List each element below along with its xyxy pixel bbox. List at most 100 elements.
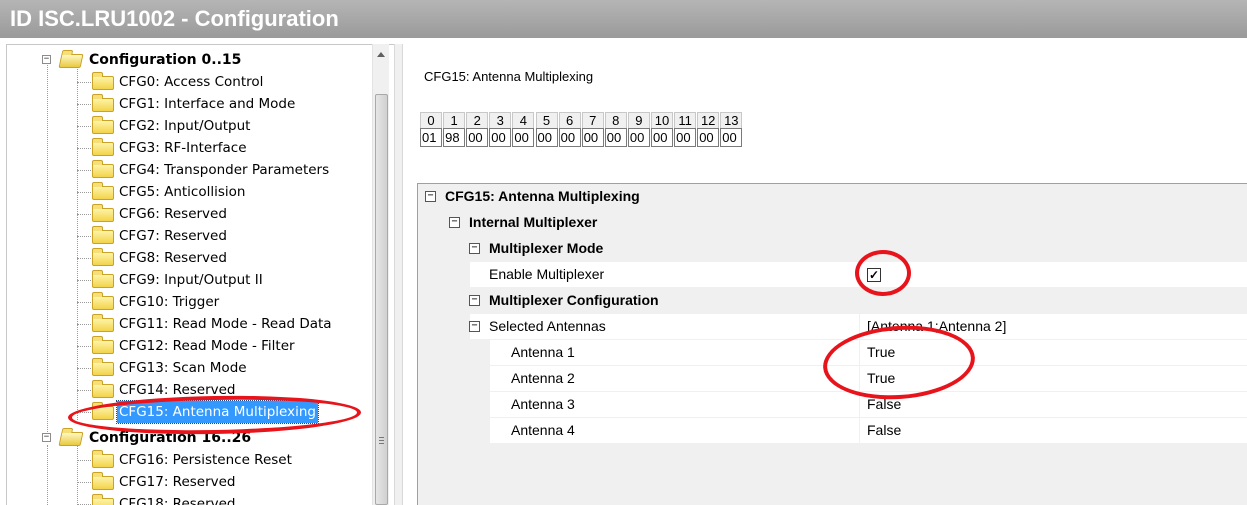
column-divider	[859, 366, 860, 392]
tree-item-label: CFG3: RF-Interface	[119, 140, 247, 156]
tree-item-label: CFG16: Persistence Reset	[119, 452, 292, 468]
byte-value-input[interactable]: 00	[697, 128, 720, 147]
byte-value-input[interactable]: 00	[535, 128, 558, 147]
folder-icon	[92, 94, 114, 112]
byte-value-input[interactable]: 00	[558, 128, 581, 147]
tree-item[interactable]: CFG14: Reserved	[7, 379, 238, 401]
grip-icon	[379, 437, 384, 444]
property-label: Antenna 1	[511, 344, 575, 360]
property-label: Antenna 2	[511, 370, 575, 386]
tree-connector	[77, 192, 91, 193]
tree-connector	[77, 412, 91, 413]
collapse-icon[interactable]: −	[42, 433, 51, 442]
byte-value-input[interactable]: 01	[420, 128, 442, 147]
tree-item[interactable]: CFG18: Reserved	[7, 493, 238, 505]
category-multiplexer-configuration[interactable]: − Multiplexer Configuration	[418, 288, 1247, 314]
tree-item-label: CFG1: Interface and Mode	[119, 96, 296, 112]
tree-group-config-16-26[interactable]: − Configuration 16..26	[7, 427, 253, 449]
folder-icon	[92, 402, 114, 420]
antenna-value[interactable]: True	[867, 366, 895, 391]
property-antenna[interactable]: Antenna 1 True	[418, 340, 1247, 366]
tree-item[interactable]: CFG6: Reserved	[7, 203, 229, 225]
panel-splitter[interactable]	[394, 44, 403, 505]
tree-group-label: Configuration 16..26	[89, 430, 252, 446]
property-selected-antennas[interactable]: − Selected Antennas [Antenna 1;Antenna 2…	[418, 314, 1247, 340]
tree-connector	[77, 148, 91, 149]
antenna-value[interactable]: True	[867, 340, 895, 365]
panel-title: CFG15: Antenna Multiplexing	[424, 69, 594, 84]
property-grid[interactable]: − CFG15: Antenna Multiplexing − Internal…	[417, 183, 1247, 505]
tree-item-label: CFG18: Reserved	[119, 496, 236, 505]
collapse-icon[interactable]: −	[42, 55, 51, 64]
tree-item[interactable]: CFG1: Interface and Mode	[7, 93, 297, 115]
folder-icon	[92, 248, 114, 266]
tree-scrollbar[interactable]	[372, 44, 389, 505]
tree-item[interactable]: CFG13: Scan Mode	[7, 357, 249, 379]
tree-item[interactable]: CFG3: RF-Interface	[7, 137, 249, 159]
byte-value-input[interactable]: 00	[604, 128, 627, 147]
collapse-icon[interactable]: −	[425, 191, 436, 202]
folder-icon	[92, 204, 114, 222]
property-antenna[interactable]: Antenna 3 False	[418, 392, 1247, 418]
folder-icon	[92, 450, 114, 468]
property-label: Selected Antennas	[489, 318, 606, 334]
antenna-value[interactable]: False	[867, 418, 901, 443]
tree-item[interactable]: CFG5: Anticollision	[7, 181, 247, 203]
byte-value-input[interactable]: 00	[581, 128, 604, 147]
category-label: Multiplexer Configuration	[489, 292, 659, 308]
property-antenna[interactable]: Antenna 4 False	[418, 418, 1247, 444]
byte-value-input[interactable]: 00	[512, 128, 535, 147]
tree-item-label: CFG10: Trigger	[119, 294, 220, 310]
collapse-icon[interactable]: −	[469, 321, 480, 332]
collapse-icon[interactable]: −	[469, 243, 480, 254]
byte-index: 10	[651, 112, 673, 128]
byte-value-input[interactable]: 00	[466, 128, 489, 147]
row-gutter	[418, 392, 490, 418]
property-label: Antenna 3	[511, 396, 575, 412]
folder-icon	[92, 226, 114, 244]
antenna-value[interactable]: False	[867, 392, 901, 417]
folder-icon	[92, 182, 114, 200]
scroll-up-icon[interactable]	[377, 52, 385, 57]
tree-group-config-0-15[interactable]: − Configuration 0..15	[7, 49, 243, 71]
tree-item[interactable]: CFG10: Trigger	[7, 291, 221, 313]
byte-value-input[interactable]: 00	[674, 128, 697, 147]
tree-item-label: CFG5: Anticollision	[119, 184, 246, 200]
byte-value-input[interactable]: 00	[651, 128, 673, 147]
category-internal-multiplexer[interactable]: − Internal Multiplexer	[418, 210, 1247, 236]
column-divider	[859, 418, 860, 444]
tree-item[interactable]: CFG11: Read Mode - Read Data	[7, 313, 334, 335]
tree-item-label: CFG12: Read Mode - Filter	[119, 338, 295, 354]
tree-item[interactable]: CFG2: Input/Output	[7, 115, 252, 137]
category-multiplexer-mode[interactable]: − Multiplexer Mode	[418, 236, 1247, 262]
tree-item[interactable]: CFG0: Access Control	[7, 71, 265, 93]
byte-index: 3	[489, 112, 512, 128]
byte-cell: 12 00	[697, 112, 720, 147]
tree-item[interactable]: CFG15: Antenna Multiplexing	[7, 400, 319, 424]
selected-antennas-value[interactable]: [Antenna 1;Antenna 2]	[867, 314, 1006, 339]
byte-cell: 6 00	[558, 112, 581, 147]
byte-value-input[interactable]: 00	[627, 128, 650, 147]
collapse-icon[interactable]: −	[469, 295, 480, 306]
enable-multiplexer-checkbox[interactable]: ✓	[867, 268, 881, 282]
collapse-icon[interactable]: −	[449, 217, 460, 228]
property-enable-multiplexer[interactable]: Enable Multiplexer ✓	[418, 262, 1247, 288]
configuration-tree[interactable]: − Configuration 0..15 CFG0: Access Contr…	[6, 44, 394, 505]
folder-icon	[92, 336, 114, 354]
tree-item[interactable]: CFG8: Reserved	[7, 247, 229, 269]
tree-item[interactable]: CFG17: Reserved	[7, 471, 238, 493]
category-cfg15[interactable]: − CFG15: Antenna Multiplexing	[418, 184, 1247, 210]
tree-item[interactable]: CFG12: Read Mode - Filter	[7, 335, 297, 357]
tree-item[interactable]: CFG4: Transponder Parameters	[7, 159, 331, 181]
tree-connector	[77, 482, 91, 483]
byte-value-input[interactable]: 00	[489, 128, 512, 147]
tree-item[interactable]: CFG9: Input/Output II	[7, 269, 265, 291]
scroll-thumb[interactable]	[375, 94, 388, 505]
byte-value-input[interactable]: 00	[720, 128, 743, 147]
byte-cell: 4 00	[512, 112, 535, 147]
tree-connector	[77, 280, 91, 281]
tree-item[interactable]: CFG7: Reserved	[7, 225, 229, 247]
byte-value-input[interactable]: 98	[443, 128, 466, 147]
property-antenna[interactable]: Antenna 2 True	[418, 366, 1247, 392]
tree-item[interactable]: CFG16: Persistence Reset	[7, 449, 294, 471]
